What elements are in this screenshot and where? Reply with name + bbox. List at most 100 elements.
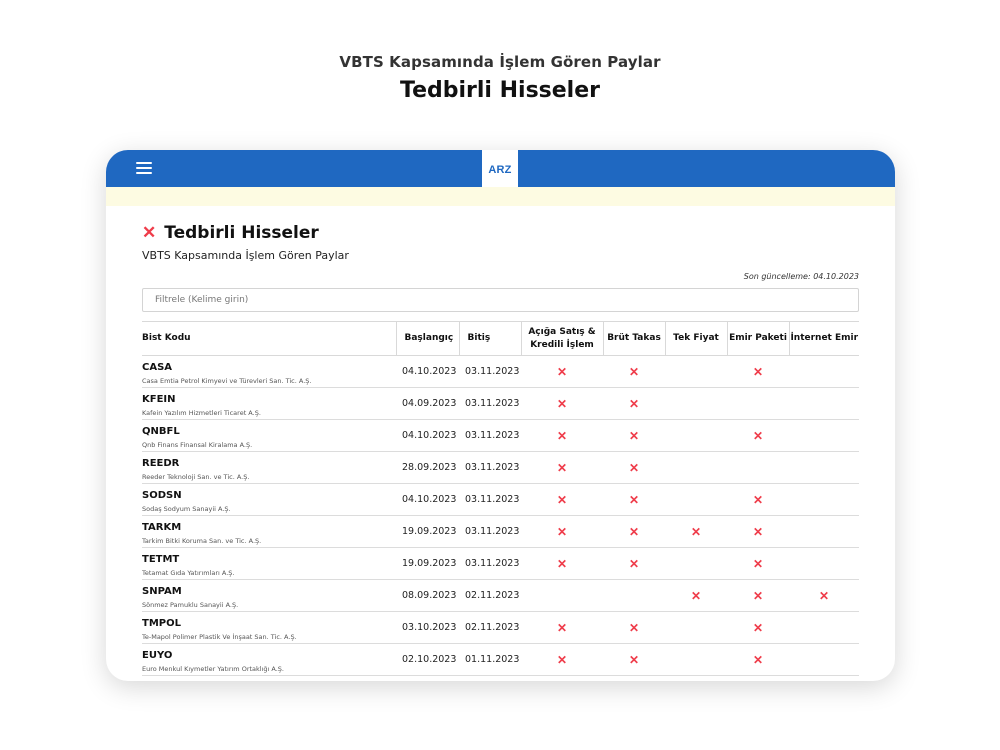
stock-symbol[interactable]: QNBFL [142, 425, 396, 438]
company-name: Euro Menkul Kıymetler Yatırım Ortaklığı … [142, 664, 284, 673]
stock-symbol[interactable]: CASA [142, 361, 396, 374]
short-cell: ✕ [521, 355, 603, 388]
col-header-order-package[interactable]: Emir Paketi [726, 321, 789, 356]
stock-symbol[interactable]: EUYO [142, 649, 396, 662]
filter-input[interactable] [142, 288, 859, 312]
table-row[interactable]: TARKM Tarkim Bitki Koruma San. ve Tic. A.… [142, 515, 859, 548]
end-date-cell: 03.11.2023 [459, 355, 521, 388]
stock-code-cell: QNBFL Qnb Finans Finansal Kiralama A.Ş. [142, 419, 396, 452]
internet-cell [789, 643, 859, 676]
order-cell: ✕ [727, 579, 789, 612]
gross-settlement-mark-icon: ✕ [628, 396, 640, 411]
start-date-cell: 04.10.2023 [396, 483, 459, 516]
stock-symbol[interactable]: REEDR [142, 457, 396, 470]
short-cell: ✕ [521, 515, 603, 548]
order-cell [727, 451, 789, 484]
table-row[interactable]: SODSN Sodaş Sodyum Sanayii A.Ş. 04.10.2023… [142, 483, 859, 516]
end-date-cell: 03.11.2023 [459, 515, 521, 548]
order-package-mark-icon: ✕ [752, 652, 764, 667]
end-date-cell: 03.11.2023 [459, 547, 521, 580]
internet-cell [789, 451, 859, 484]
stock-code-cell: REEDR Reeder Teknoloji San. ve Tic. A.Ş. [142, 451, 396, 484]
stock-code-cell: SNPAM Sönmez Pamuklu Sanayii A.Ş. [142, 579, 396, 612]
end-date-cell: 03.11.2023 [459, 483, 521, 516]
order-cell [727, 387, 789, 420]
col-header-code[interactable]: Bist Kodu [142, 321, 396, 356]
order-cell: ✕ [727, 643, 789, 676]
stock-code-cell: TMPOL Te-Mapol Polimer Plastik Ve İnşaat … [142, 611, 396, 644]
brand-logo[interactable]: ARZ [482, 150, 518, 187]
end-date-cell: 03.11.2023 [459, 451, 521, 484]
stock-symbol[interactable]: TETMT [142, 553, 396, 566]
short-sale-mark-icon: ✕ [556, 556, 568, 571]
single-cell: ✕ [665, 579, 727, 612]
short-cell [521, 579, 603, 612]
company-name: Sodaş Sodyum Sanayii A.Ş. [142, 504, 231, 513]
single-cell [665, 355, 727, 388]
single-cell [665, 419, 727, 452]
col-header-single-price[interactable]: Tek Fiyat [664, 321, 727, 356]
company-name: Tetamat Gıda Yatırımları A.Ş. [142, 568, 235, 577]
page-title-text: Tedbirli Hisseler [164, 223, 319, 243]
table-row[interactable]: SNPAM Sönmez Pamuklu Sanayii A.Ş. 08.09.20… [142, 579, 859, 612]
hamburger-icon[interactable] [136, 162, 152, 174]
order-cell: ✕ [727, 611, 789, 644]
stock-code-cell: TETMT Tetamat Gıda Yatırımları A.Ş. [142, 547, 396, 580]
table-row[interactable]: EUYO Euro Menkul Kıymetler Yatırım Ortakl… [142, 643, 859, 676]
table-row[interactable]: REEDR Reeder Teknoloji San. ve Tic. A.Ş. 2… [142, 451, 859, 484]
gross-cell: ✕ [603, 611, 665, 644]
table-row[interactable]: KFEIN Kafein Yazılım Hizmetleri Ticaret A… [142, 387, 859, 420]
gross-settlement-mark-icon: ✕ [628, 460, 640, 475]
stock-symbol[interactable]: SODSN [142, 489, 396, 502]
table-row[interactable]: QNBFL Qnb Finans Finansal Kiralama A.Ş. 04… [142, 419, 859, 452]
gross-cell: ✕ [603, 419, 665, 452]
internet-cell [789, 387, 859, 420]
short-sale-mark-icon: ✕ [556, 524, 568, 539]
x-icon: ✕ [142, 223, 157, 242]
short-sale-mark-icon: ✕ [556, 652, 568, 667]
start-date-cell: 02.10.2023 [396, 643, 459, 676]
internet-cell [789, 419, 859, 452]
short-cell: ✕ [521, 547, 603, 580]
col-header-gross-settlement[interactable]: Brüt Takas [602, 321, 665, 356]
col-header-start[interactable]: Başlangıç [395, 321, 459, 356]
stock-symbol[interactable]: SNPAM [142, 585, 396, 598]
order-package-mark-icon: ✕ [752, 524, 764, 539]
company-name: Casa Emtia Petrol Kimyevi ve Türevleri S… [142, 376, 312, 385]
short-sale-mark-icon: ✕ [556, 492, 568, 507]
gross-cell: ✕ [603, 515, 665, 548]
internet-cell [789, 483, 859, 516]
stocks-table: Bist Kodu Başlangıç Bitiş Açığa Satış & … [142, 321, 859, 676]
col-header-short-sale[interactable]: Açığa Satış & Kredili İşlem [520, 321, 603, 356]
single-cell [665, 483, 727, 516]
table-row[interactable]: TETMT Tetamat Gıda Yatırımları A.Ş. 19.09.… [142, 547, 859, 580]
short-cell: ✕ [521, 483, 603, 516]
stock-symbol[interactable]: KFEIN [142, 393, 396, 406]
table-row[interactable]: TMPOL Te-Mapol Polimer Plastik Ve İnşaat … [142, 611, 859, 644]
company-name: Te-Mapol Polimer Plastik Ve İnşaat San. … [142, 632, 297, 641]
stock-symbol[interactable]: TARKM [142, 521, 396, 534]
end-date-cell: 03.11.2023 [459, 419, 521, 452]
gross-cell: ✕ [603, 451, 665, 484]
single-cell [665, 387, 727, 420]
hero-title: Tedbirli Hisseler [399, 78, 600, 103]
start-date-cell: 03.10.2023 [396, 611, 459, 644]
single-price-mark-icon: ✕ [690, 588, 702, 603]
table-row[interactable]: CASA Casa Emtia Petrol Kimyevi ve Türevle… [142, 355, 859, 388]
col-header-internet-order[interactable]: İnternet Emir [788, 321, 859, 356]
start-date-cell: 28.09.2023 [396, 451, 459, 484]
gross-settlement-mark-icon: ✕ [628, 364, 640, 379]
col-header-end[interactable]: Bitiş [458, 321, 521, 356]
stock-code-cell: SODSN Sodaş Sodyum Sanayii A.Ş. [142, 483, 396, 516]
table-header-row: Bist Kodu Başlangıç Bitiş Açığa Satış & … [142, 321, 859, 356]
short-sale-mark-icon: ✕ [556, 460, 568, 475]
short-sale-mark-icon: ✕ [556, 396, 568, 411]
single-cell: ✕ [665, 515, 727, 548]
stock-symbol[interactable]: TMPOL [142, 617, 396, 630]
company-name: Sönmez Pamuklu Sanayii A.Ş. [142, 600, 239, 609]
start-date-cell: 04.09.2023 [396, 387, 459, 420]
order-package-mark-icon: ✕ [752, 364, 764, 379]
logo-text: ARZ [488, 164, 512, 176]
order-package-mark-icon: ✕ [752, 620, 764, 635]
start-date-cell: 19.09.2023 [396, 547, 459, 580]
